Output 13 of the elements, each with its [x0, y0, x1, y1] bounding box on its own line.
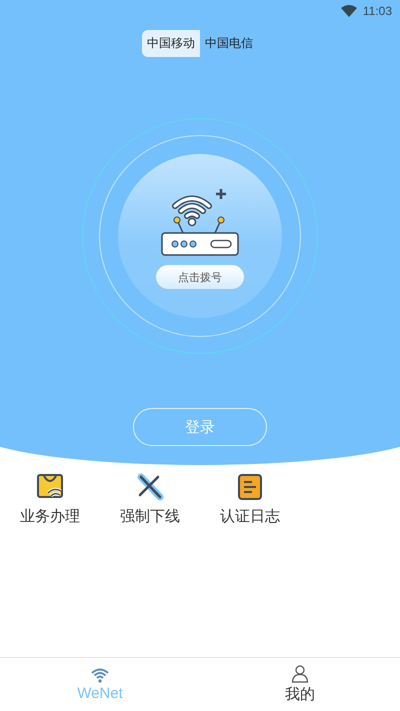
action-item[interactable]: 业务办理 — [0, 473, 100, 526]
wifi-icon — [340, 5, 357, 17]
dial-button[interactable]: 点击拨号 — [156, 265, 244, 289]
user-icon — [291, 665, 309, 683]
document-icon — [236, 473, 264, 501]
carrier-tab[interactable]: 中国电信 — [200, 30, 258, 57]
action-item[interactable]: 强制下线 — [100, 473, 200, 526]
wifi-icon — [91, 667, 109, 683]
nav-tab[interactable]: 我的 — [200, 658, 400, 711]
action-item[interactable]: 认证日志 — [200, 473, 300, 526]
bag-wifi-icon — [36, 473, 64, 501]
carrier-tab[interactable]: 中国移动 — [142, 30, 200, 57]
status-time: 11:03 — [362, 4, 392, 18]
